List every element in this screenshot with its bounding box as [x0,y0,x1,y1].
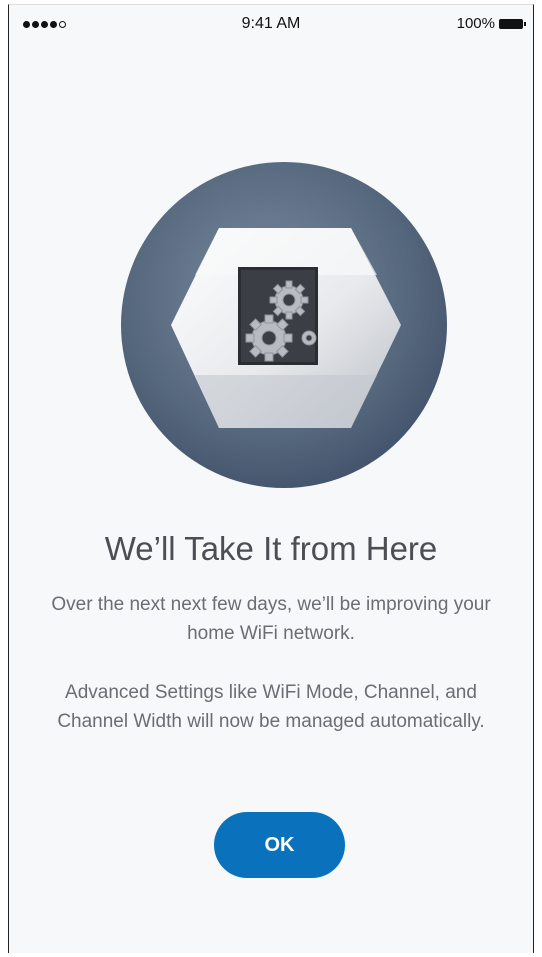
page-title: We’ll Take It from Here [104,530,438,567]
battery-icon [499,18,526,29]
router-with-gears-icon [119,160,449,490]
battery-indicator: 100% [456,15,526,32]
status-bar: 9:41 AM 100% [9,5,533,45]
ok-button[interactable]: OK [214,812,345,878]
battery-percentage: 100% [456,15,495,32]
app-screen: 9:41 AM 100% We’ll Take It from Here Ove… [8,4,534,953]
advanced-settings-paragraph: Advanced Settings like WiFi Mode, Channe… [57,682,485,732]
description-paragraph: Over the next next few days, we’ll be im… [51,594,491,644]
status-time: 9:41 AM [241,15,301,32]
